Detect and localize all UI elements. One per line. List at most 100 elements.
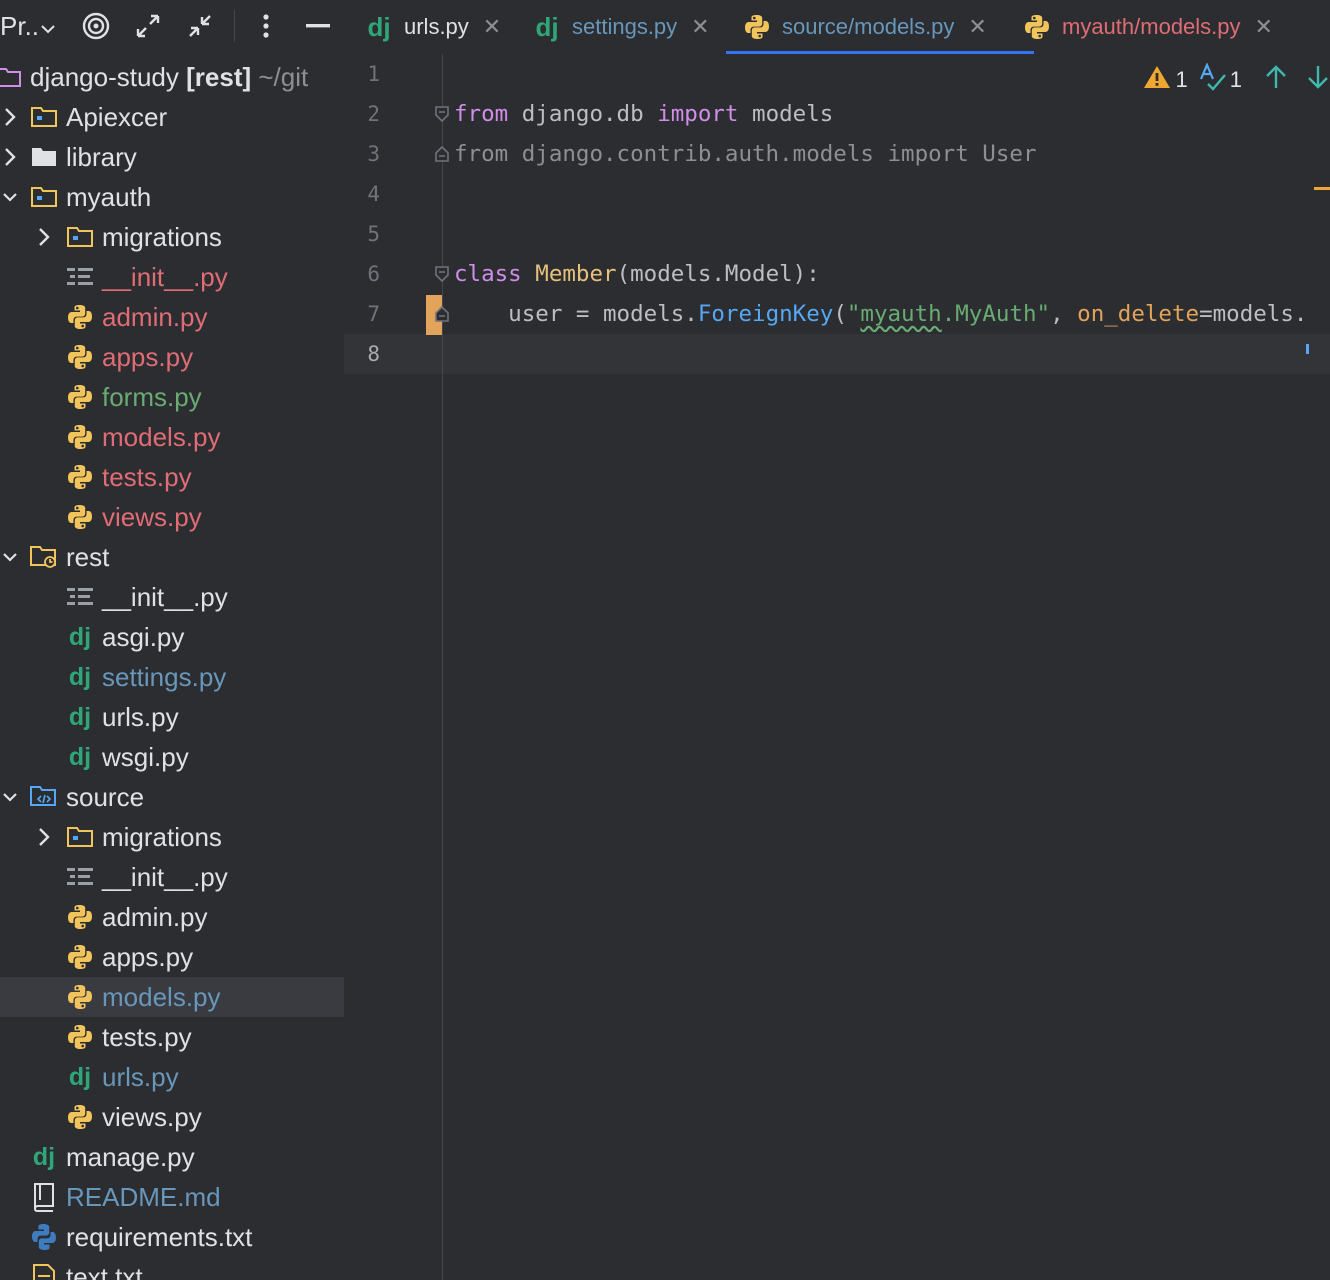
tree-item-label: requirements.txt — [66, 1222, 253, 1252]
tab-label: urls.py — [404, 14, 469, 39]
tab-urls-py[interactable]: dj urls.py ✕ — [364, 0, 501, 54]
python-icon — [65, 937, 95, 977]
tree-item-label: manage.py — [66, 1142, 195, 1172]
tree-item-label: views.py — [102, 1102, 202, 1132]
project-toolbar: Pr.. — [0, 0, 344, 52]
project-view-selector[interactable]: Pr.. — [0, 8, 62, 44]
tree-row[interactable]: forms.py — [0, 377, 344, 417]
django-icon: dj — [68, 662, 92, 691]
django-icon: dj — [68, 702, 92, 731]
tree-item-label: tests.py — [102, 1022, 192, 1052]
chevron-right-icon[interactable] — [0, 137, 20, 177]
more-options-icon[interactable] — [248, 8, 284, 44]
tree-row[interactable]: Apiexcer — [0, 97, 344, 137]
fold-close-icon[interactable] — [434, 145, 450, 163]
fold-open-icon[interactable] — [434, 265, 450, 283]
python-icon — [65, 337, 95, 377]
chevron-down-icon — [41, 25, 55, 34]
tree-item-label: README.md — [66, 1182, 221, 1212]
tree-item-label: settings.py — [102, 662, 227, 692]
tree-row[interactable]: requirements.txt — [0, 1217, 344, 1257]
tree-row-project-root[interactable]: django-study [rest] ~/git — [0, 57, 344, 97]
line-number: 4 — [367, 182, 380, 206]
inspection-widget[interactable]: 1 1 — [1142, 62, 1330, 96]
tree-row[interactable]: source — [0, 777, 344, 817]
tree-row[interactable]: dj urls.py — [0, 697, 344, 737]
tree-item-label: apps.py — [102, 342, 194, 372]
tree-row[interactable]: README.md — [0, 1177, 344, 1217]
chevron-right-icon[interactable] — [0, 97, 20, 137]
tree-row[interactable]: dj wsgi.py — [0, 737, 344, 777]
folder-icon — [29, 137, 59, 177]
fold-close-icon[interactable] — [434, 305, 450, 323]
tree-row[interactable]: text.txt — [0, 1257, 344, 1280]
expand-all-icon[interactable] — [130, 8, 166, 44]
hide-panel-icon[interactable] — [300, 8, 336, 44]
arrow-up-icon[interactable] — [1264, 64, 1288, 96]
chevron-right-icon[interactable] — [34, 217, 54, 257]
markdown-book-icon — [29, 1177, 59, 1217]
tree-row[interactable]: migrations — [0, 817, 344, 857]
tree-row[interactable]: tests.py — [0, 457, 344, 497]
collapse-all-icon[interactable] — [182, 8, 218, 44]
code-line-6[interactable]: class Member(models.Model): — [454, 254, 820, 294]
close-icon[interactable]: ✕ — [1255, 14, 1273, 40]
tab-source-models-py[interactable]: source/models.py ✕ — [726, 0, 1034, 54]
tree-row[interactable]: apps.py — [0, 337, 344, 377]
tree-row[interactable]: apps.py — [0, 937, 344, 977]
code-line-2[interactable]: from django.db import models — [454, 94, 833, 134]
chevron-down-icon[interactable] — [0, 177, 20, 217]
tree-item-label: views.py — [102, 502, 202, 532]
tree-row[interactable]: tests.py — [0, 1017, 344, 1057]
tree-item-label: source — [66, 782, 145, 812]
tree-item-label: admin.py — [102, 302, 208, 332]
chevron-right-icon[interactable] — [34, 817, 54, 857]
code-line-7[interactable]: user = models.ForeignKey("myauth.MyAuth"… — [454, 294, 1307, 334]
chevron-down-icon[interactable] — [0, 537, 20, 577]
tree-row[interactable]: views.py — [0, 1097, 344, 1137]
tree-row[interactable]: dj manage.py — [0, 1137, 344, 1177]
tree-row[interactable]: library — [0, 137, 344, 177]
tree-row[interactable]: __init__.py — [0, 257, 344, 297]
tree-item-label: Apiexcer — [66, 102, 168, 132]
code-editor[interactable]: 1 2 3 4 5 6 7 8 from django.db import mo… — [344, 54, 1330, 1280]
code-line-3[interactable]: from django.contrib.auth.models import U… — [454, 134, 1036, 174]
close-icon[interactable]: ✕ — [691, 14, 709, 40]
fold-open-icon[interactable] — [434, 105, 450, 123]
tree-item-label: forms.py — [102, 382, 202, 412]
arrow-down-icon[interactable] — [1306, 64, 1330, 96]
django-icon: dj — [68, 742, 92, 771]
python-icon — [65, 1097, 95, 1137]
tree-row[interactable]: migrations — [0, 217, 344, 257]
project-root-label: django-study [rest] ~/git — [30, 62, 309, 92]
line-number: 5 — [367, 222, 380, 246]
tree-item-label: models.py — [102, 422, 221, 452]
tree-row[interactable]: admin.py — [0, 297, 344, 337]
tree-row[interactable]: dj urls.py — [0, 1057, 344, 1097]
tree-row[interactable]: myauth — [0, 177, 344, 217]
tree-row[interactable]: __init__.py — [0, 577, 344, 617]
error-stripe-warning[interactable] — [1314, 187, 1330, 190]
folder-icon — [29, 177, 59, 217]
tree-row[interactable]: models.py — [0, 417, 344, 457]
tree-item-label: rest — [66, 542, 110, 572]
line-number: 8 — [367, 342, 380, 366]
python-icon — [65, 457, 95, 497]
tree-row[interactable]: views.py — [0, 497, 344, 537]
tree-row[interactable]: admin.py — [0, 897, 344, 937]
close-icon[interactable]: ✕ — [483, 14, 501, 40]
tab-settings-py[interactable]: dj settings.py ✕ — [532, 0, 709, 54]
requirements-icon — [29, 1217, 59, 1257]
locate-target-icon[interactable] — [78, 8, 114, 44]
close-icon[interactable]: ✕ — [968, 14, 986, 40]
tree-row[interactable]: dj settings.py — [0, 657, 344, 697]
tree-row[interactable]: rest — [0, 537, 344, 577]
tree-row[interactable]: __init__.py — [0, 857, 344, 897]
tree-row[interactable]: models.py — [0, 977, 344, 1017]
tree-item-label: urls.py — [102, 1062, 179, 1092]
tab-myauth-models-py[interactable]: myauth/models.py ✕ — [1022, 0, 1273, 54]
init-file-icon — [65, 577, 95, 617]
chevron-down-icon[interactable] — [0, 777, 20, 817]
toolbar-divider — [234, 10, 235, 42]
tree-row[interactable]: dj asgi.py — [0, 617, 344, 657]
